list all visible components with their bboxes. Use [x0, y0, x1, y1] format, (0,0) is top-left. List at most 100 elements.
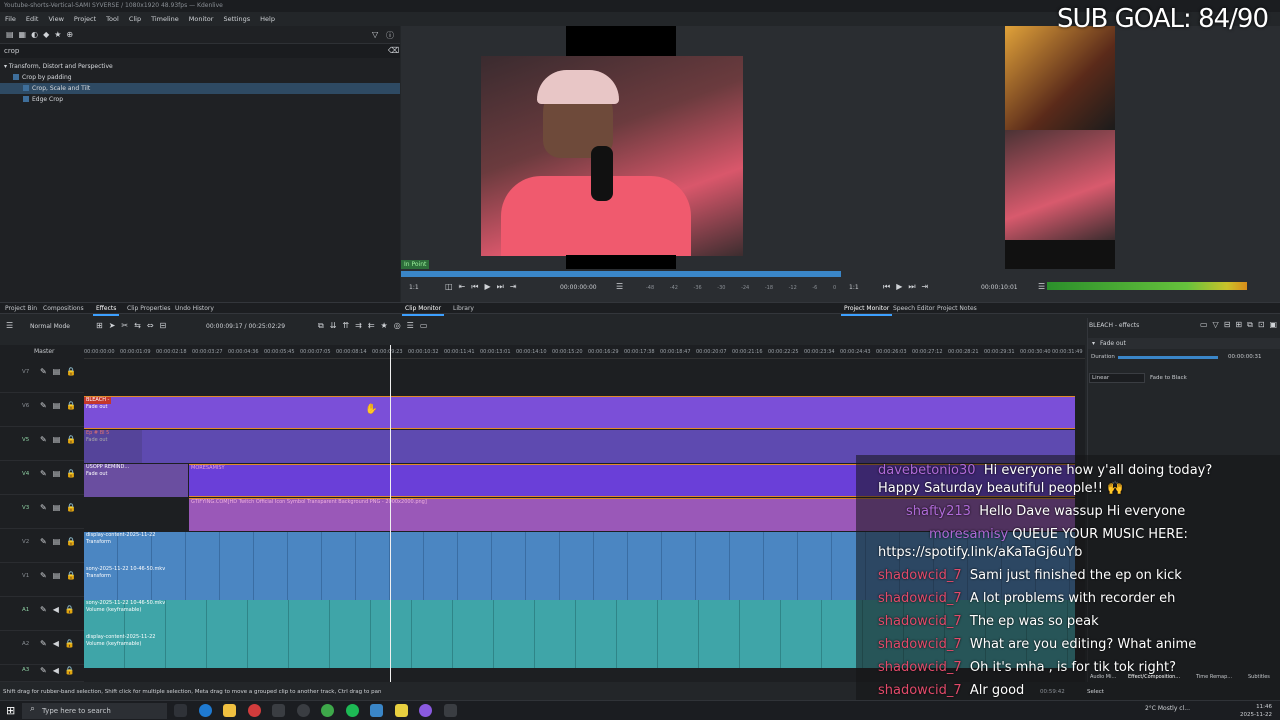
- clip-monitor-ruler[interactable]: [401, 271, 841, 277]
- timeline-action-buttons[interactable]: ⧉⇊⇈⇉⇇★◎☰▭: [318, 321, 433, 331]
- track-header-v1[interactable]: V1 ✎▤🔒: [0, 563, 84, 597]
- menu-icon[interactable]: ☰: [616, 282, 623, 291]
- track-header-v3[interactable]: V3 ✎▤🔒: [0, 495, 84, 529]
- track-controls[interactable]: ✎▤🔒: [40, 367, 82, 376]
- tab-project-notes[interactable]: Project Notes: [934, 303, 980, 314]
- tab-time-remap[interactable]: Time Remap...: [1196, 674, 1232, 680]
- effect-fade-out-header[interactable]: ▾ Fade out: [1088, 338, 1280, 349]
- menu-settings[interactable]: Settings: [218, 12, 255, 26]
- tab-library[interactable]: Library: [450, 303, 477, 314]
- tab-clip-monitor[interactable]: Clip Monitor: [402, 303, 445, 316]
- duration-value[interactable]: 00:00:00:31: [1228, 354, 1262, 360]
- project-timecode[interactable]: 00:00:10:01: [981, 284, 1018, 291]
- notes-icon[interactable]: [395, 704, 408, 717]
- track-controls[interactable]: ✎▤🔒: [40, 435, 82, 444]
- track-controls[interactable]: ✎▤🔒: [40, 503, 82, 512]
- sub-goal-overlay: SUB GOAL: 84/90: [1056, 4, 1269, 34]
- project-menu-icon[interactable]: ☰: [1038, 282, 1045, 291]
- track-controls[interactable]: ✎◀🔒: [40, 639, 81, 648]
- timeline-timecode[interactable]: 00:00:09:17 / 00:25:02:29: [206, 321, 285, 333]
- track-controls[interactable]: ✎◀🔒: [40, 666, 81, 675]
- effect-item-crop-scale-tilt[interactable]: Crop, Scale and Tilt: [0, 83, 400, 94]
- tool-buttons[interactable]: ⊞➤✂⇆⇔⊟: [96, 321, 172, 330]
- clip-usopp[interactable]: USOPP REMIND... Fade out: [84, 464, 188, 497]
- clip-ep5[interactable]: Ep # Bl 5 Fade out: [84, 430, 142, 463]
- tab-audio-mixer[interactable]: Audio Mi...: [1090, 674, 1116, 680]
- duration-slider[interactable]: [1118, 356, 1218, 359]
- clip-bleach[interactable]: BLEACH - Fade out: [84, 396, 1075, 429]
- menu-timeline[interactable]: Timeline: [146, 12, 184, 26]
- tab-effect-composition[interactable]: Effect/Composition...: [1128, 674, 1180, 680]
- fade-to-black-option[interactable]: Fade to Black: [1150, 375, 1187, 381]
- edit-mode-select[interactable]: Normal Mode: [30, 321, 70, 333]
- effect-item-crop-padding[interactable]: Crop by padding: [0, 72, 400, 83]
- app-icon[interactable]: [297, 704, 310, 717]
- menu-monitor[interactable]: Monitor: [184, 12, 219, 26]
- track-header-a2[interactable]: A2 ✎◀🔒: [0, 631, 84, 665]
- tab-project-monitor[interactable]: Project Monitor: [841, 303, 893, 316]
- tab-project-bin[interactable]: Project Bin: [2, 303, 40, 314]
- timeline-playhead[interactable]: [390, 345, 391, 682]
- app-icon[interactable]: [272, 704, 285, 717]
- filter-icons[interactable]: ▤▦◐◆★⊕: [6, 30, 78, 39]
- tab-undo-history[interactable]: Undo History: [172, 303, 217, 314]
- tab-speech-editor[interactable]: Speech Editor: [890, 303, 938, 314]
- track-controls[interactable]: ✎▤🔒: [40, 469, 82, 478]
- weather-widget[interactable]: 2°C Mostly cl...: [1145, 705, 1190, 712]
- project-zoom-select[interactable]: 1:1: [849, 284, 859, 291]
- discord-icon[interactable]: [419, 704, 432, 717]
- windows-start-icon[interactable]: ⊞: [6, 704, 15, 717]
- curve-select[interactable]: Linear: [1089, 373, 1145, 383]
- track-controls[interactable]: ✎▤🔒: [40, 401, 82, 410]
- track-controls[interactable]: ✎▤🔒: [40, 537, 82, 546]
- clip-monitor[interactable]: In Point 1:1 ◫⇤⏮▶⏭⇥ 00:00:00:00 ☰ -48 -4…: [401, 26, 841, 291]
- project-monitor-ruler[interactable]: [843, 271, 1280, 277]
- track-controls[interactable]: ✎▤🔒: [40, 571, 82, 580]
- menu-project[interactable]: Project: [69, 12, 101, 26]
- task-view-icon[interactable]: [174, 704, 187, 717]
- hamburger-icon[interactable]: ☰: [6, 321, 13, 330]
- track-header-v5[interactable]: V5 ✎▤🔒: [0, 427, 84, 461]
- timeline-ruler[interactable]: 00:00:00:00 00:00:01:09 00:00:02:18 00:0…: [84, 345, 1085, 359]
- project-monitor-frame[interactable]: [1005, 26, 1115, 269]
- menu-view[interactable]: View: [43, 12, 68, 26]
- project-transport-buttons[interactable]: ⏮▶⏭⇥: [883, 282, 934, 292]
- track-header-a3[interactable]: A3 ✎◀🔒: [0, 665, 84, 682]
- effects-search-input[interactable]: crop: [0, 44, 400, 58]
- track-header-a1[interactable]: A1 ✎◀🔒: [0, 597, 84, 631]
- menu-clip[interactable]: Clip: [124, 12, 146, 26]
- effect-item-edge-crop[interactable]: Edge Crop: [0, 94, 400, 105]
- track-header-v6[interactable]: V6 ✎▤🔒: [0, 393, 84, 427]
- menu-help[interactable]: Help: [255, 12, 280, 26]
- track-header-v7[interactable]: V7 ✎▤🔒: [0, 359, 84, 393]
- collapse-icon[interactable]: ▾: [1092, 340, 1095, 347]
- tab-effects[interactable]: Effects: [93, 303, 120, 316]
- taskbar-search-input[interactable]: Type here to search: [22, 703, 167, 719]
- tab-clip-properties[interactable]: Clip Properties: [124, 303, 174, 314]
- menu-file[interactable]: File: [0, 12, 21, 26]
- track-header-v4[interactable]: V4 ✎▤🔒: [0, 461, 84, 495]
- track-controls[interactable]: ✎◀🔒: [40, 605, 81, 614]
- app-icon[interactable]: [444, 704, 457, 717]
- effect-stack-buttons[interactable]: ▭▽⊟⊞⧉⊡▣: [1200, 320, 1280, 330]
- clear-search-icon[interactable]: ⌫: [388, 46, 399, 55]
- menu-edit[interactable]: Edit: [21, 12, 44, 26]
- menu-tool[interactable]: Tool: [101, 12, 124, 26]
- select-tool-label[interactable]: Select: [1087, 689, 1104, 695]
- transport-buttons[interactable]: ◫⇤⏮▶⏭⇥: [445, 282, 523, 292]
- zoom-select[interactable]: 1:1: [409, 284, 419, 291]
- spotify-icon[interactable]: [346, 704, 359, 717]
- chrome-icon[interactable]: [321, 704, 334, 717]
- file-explorer-icon[interactable]: [223, 704, 236, 717]
- tab-subtitles[interactable]: Subtitles: [1248, 674, 1270, 680]
- clip-timecode[interactable]: 00:00:00:00: [560, 284, 597, 291]
- filter-icon[interactable]: ▽: [372, 30, 378, 39]
- obs-icon[interactable]: [248, 704, 261, 717]
- track-header-v2[interactable]: V2 ✎▤🔒: [0, 529, 84, 563]
- kdenlive-icon[interactable]: [370, 704, 383, 717]
- system-clock[interactable]: 11:46 2025-11-22: [1240, 703, 1272, 719]
- info-icon[interactable]: ⓘ: [386, 30, 394, 41]
- edge-browser-icon[interactable]: [199, 704, 212, 717]
- tab-compositions[interactable]: Compositions: [40, 303, 87, 314]
- effects-category[interactable]: ▾ Transform, Distort and Perspective: [0, 61, 400, 72]
